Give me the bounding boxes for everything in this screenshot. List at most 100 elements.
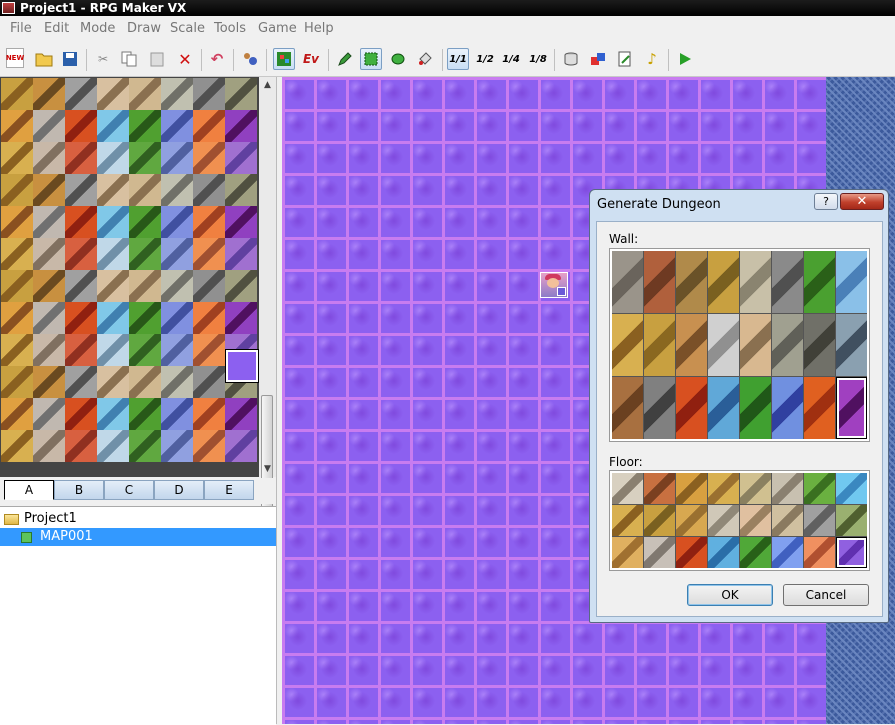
wall-tile-option[interactable] (644, 314, 675, 376)
wall-tile-option[interactable] (644, 251, 675, 313)
floor-tile-option[interactable] (772, 473, 803, 504)
palette-tile[interactable] (225, 430, 257, 462)
ok-button[interactable]: OK (687, 584, 773, 606)
pencil-icon[interactable] (334, 48, 356, 70)
menu-game[interactable]: Game (258, 21, 297, 36)
palette-tile[interactable] (33, 142, 65, 174)
tab-b[interactable]: B (54, 480, 104, 500)
palette-tile[interactable] (129, 238, 161, 270)
floor-tile-option[interactable] (612, 473, 643, 504)
wall-tile-option[interactable] (676, 314, 707, 376)
palette-tile[interactable] (33, 206, 65, 238)
palette-tile[interactable] (161, 398, 193, 430)
palette-tile[interactable] (161, 174, 193, 206)
palette-tile[interactable] (1, 398, 33, 430)
palette-tile[interactable] (97, 398, 129, 430)
wall-tile-option[interactable] (740, 314, 771, 376)
palette-tile[interactable] (65, 366, 97, 398)
palette-tile[interactable] (1, 334, 33, 366)
palette-tile[interactable] (129, 366, 161, 398)
ellipse-icon[interactable] (387, 48, 409, 70)
palette-tile[interactable] (225, 238, 257, 270)
floor-tile-option[interactable] (676, 537, 707, 568)
help-button[interactable]: ? (814, 193, 838, 210)
palette-tile[interactable] (97, 430, 129, 462)
wall-tile-option[interactable] (644, 377, 675, 439)
floor-tile-option[interactable] (836, 505, 867, 536)
floor-tile-option[interactable] (708, 473, 739, 504)
wall-tile-option[interactable] (612, 314, 643, 376)
wall-tile-option[interactable] (708, 377, 739, 439)
palette-tile[interactable] (129, 302, 161, 334)
floor-tile-option[interactable] (740, 537, 771, 568)
wall-tile-option[interactable] (804, 314, 835, 376)
palette-tile[interactable] (33, 398, 65, 430)
floor-tile-option[interactable] (804, 537, 835, 568)
new-file-icon[interactable]: NEW (6, 48, 24, 68)
floor-tile-option[interactable] (836, 473, 867, 504)
floor-tile-option[interactable] (676, 473, 707, 504)
palette-tile[interactable] (1, 270, 33, 302)
open-folder-icon[interactable] (33, 48, 55, 70)
floor-tile-option[interactable] (644, 537, 675, 568)
menu-help[interactable]: Help (304, 21, 334, 36)
floor-tile-option[interactable] (804, 505, 835, 536)
scroll-down-arrow-icon[interactable]: ▼ (259, 461, 276, 477)
tab-e[interactable]: E (204, 480, 254, 500)
wall-tile-option[interactable] (612, 377, 643, 439)
undo-icon[interactable]: ↶ (206, 48, 228, 70)
palette-tile[interactable] (193, 398, 225, 430)
palette-tile[interactable] (65, 398, 97, 430)
palette-tile[interactable] (161, 206, 193, 238)
palette-tile[interactable] (65, 142, 97, 174)
palette-tile[interactable] (161, 430, 193, 462)
menu-file[interactable]: File (10, 21, 32, 36)
palette-tile[interactable] (161, 142, 193, 174)
map-layer-icon[interactable] (273, 48, 295, 70)
palette-tile[interactable] (1, 366, 33, 398)
scissors-icon[interactable]: ✂ (92, 48, 114, 70)
palette-tile[interactable] (129, 78, 161, 110)
palette-tile[interactable] (97, 110, 129, 142)
tab-d[interactable]: D (154, 480, 204, 500)
palette-tile[interactable] (193, 174, 225, 206)
database-icon[interactable] (239, 48, 261, 70)
floor-tile-option[interactable] (836, 537, 867, 568)
palette-tile[interactable] (65, 302, 97, 334)
palette-tile[interactable] (97, 174, 129, 206)
palette-tile[interactable] (33, 238, 65, 270)
floor-tile-option[interactable] (612, 505, 643, 536)
fill-bucket-icon[interactable] (414, 48, 436, 70)
wall-tile-option[interactable] (772, 251, 803, 313)
palette-tile[interactable] (225, 142, 257, 174)
cancel-button[interactable]: Cancel (783, 584, 869, 606)
palette-tile[interactable] (161, 110, 193, 142)
wall-tile-option[interactable] (836, 314, 867, 376)
palette-tile[interactable] (161, 270, 193, 302)
floor-tile-option[interactable] (708, 505, 739, 536)
palette-tile[interactable] (1, 174, 33, 206)
palette-tile[interactable] (129, 398, 161, 430)
palette-tile[interactable] (225, 174, 257, 206)
palette-tile[interactable] (97, 334, 129, 366)
palette-tile[interactable] (97, 78, 129, 110)
palette-tile[interactable] (97, 238, 129, 270)
palette-tile[interactable] (65, 110, 97, 142)
palette-tile[interactable] (129, 174, 161, 206)
palette-tile[interactable] (97, 206, 129, 238)
palette-tile[interactable] (33, 174, 65, 206)
palette-tile[interactable] (129, 142, 161, 174)
palette-tile[interactable] (33, 270, 65, 302)
palette-tile[interactable] (193, 366, 225, 398)
wall-tile-option[interactable] (804, 251, 835, 313)
palette-tile[interactable] (65, 206, 97, 238)
event-layer-icon[interactable]: Ev (300, 48, 322, 70)
close-button[interactable]: ✕ (840, 193, 884, 210)
palette-tile[interactable] (33, 430, 65, 462)
palette-tile[interactable] (193, 270, 225, 302)
floor-tile-option[interactable] (804, 473, 835, 504)
palette-tile[interactable] (193, 110, 225, 142)
palette-tile[interactable] (193, 206, 225, 238)
scale-1-1-button[interactable]: 1/1 (447, 48, 469, 70)
sound-test-icon[interactable]: ♪ (641, 48, 663, 70)
